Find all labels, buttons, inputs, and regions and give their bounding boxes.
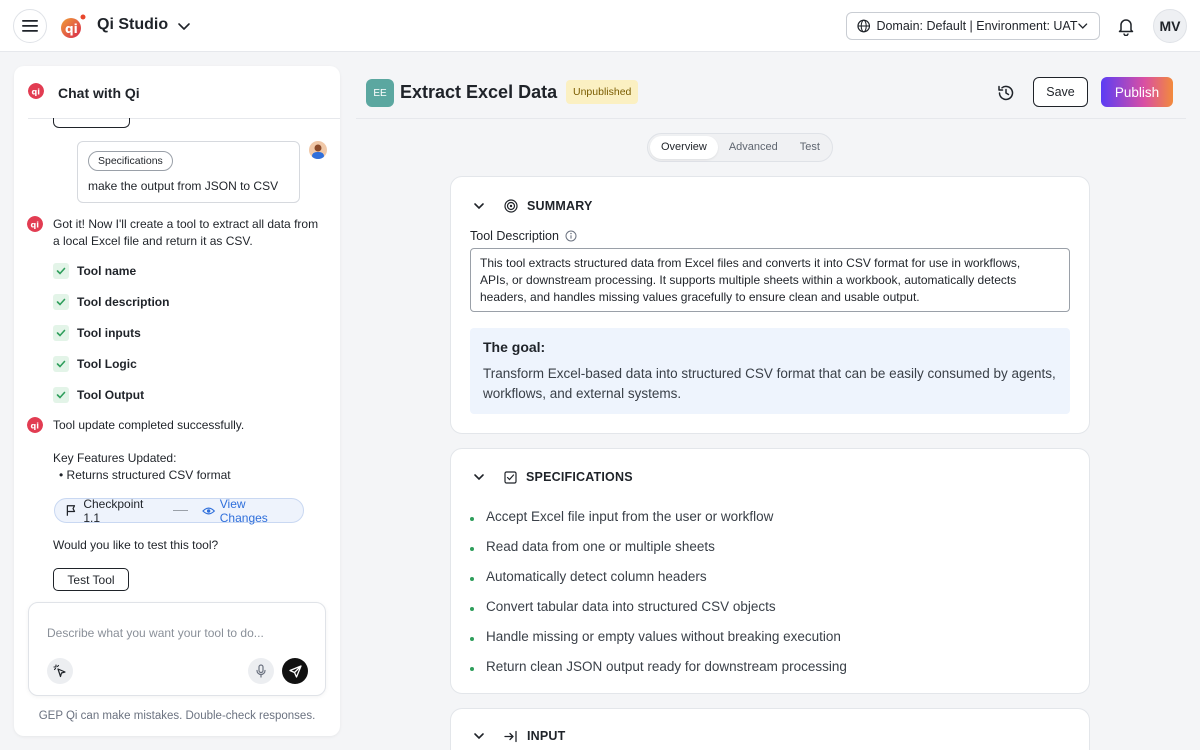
save-button[interactable]: Save (1033, 77, 1088, 107)
checklist-item: Tool Logic (53, 356, 137, 372)
disclaimer: GEP Qi can make mistakes. Double-check r… (38, 710, 316, 722)
composer-input[interactable]: Describe what you want your tool to do..… (47, 626, 264, 640)
tool-title: Extract Excel Data (400, 82, 558, 102)
globe-icon (857, 19, 871, 33)
list-item: Automatically detect column headers (470, 561, 847, 591)
qi-logo-icon: qi (28, 83, 44, 99)
checkpoint-pill[interactable]: Checkpoint 1.1 View Changes (54, 496, 304, 525)
summary-card: SUMMARY Tool Description This tool extra… (450, 176, 1090, 434)
bot-reply-line: Got it! Now I'll create a tool to extrac… (53, 217, 319, 231)
input-header[interactable]: INPUT (473, 729, 566, 743)
menu-button[interactable] (13, 9, 47, 43)
specifications-chip[interactable]: Specifications (88, 151, 173, 171)
user-message-text: make the output from JSON to CSV (88, 179, 279, 193)
checkbox-icon (504, 470, 517, 484)
check-icon (53, 263, 69, 279)
input-arrow-icon (504, 730, 517, 742)
publish-button[interactable]: Publish (1101, 77, 1173, 107)
check-icon (53, 294, 69, 310)
tool-badge: EE (366, 79, 394, 107)
checklist-item: Tool inputs (53, 325, 141, 341)
app-title: Qi Studio (97, 16, 169, 33)
tab-overview[interactable]: Overview (650, 136, 718, 159)
test-question: Would you like to test this tool? (53, 538, 219, 552)
user-avatar-small (309, 141, 327, 159)
input-heading: INPUT (527, 729, 566, 743)
checkpoint-label: Checkpoint 1.1 (83, 496, 144, 525)
bot-reply-line: a local Excel file and return it as CSV. (53, 234, 253, 248)
eye-icon (202, 507, 216, 514)
info-icon[interactable] (565, 230, 577, 242)
tab-test[interactable]: Test (789, 136, 831, 159)
chevron-down-icon (1078, 23, 1088, 29)
top-bar: qi Qi Studio Domain: Default | Environme… (0, 0, 1200, 52)
user-avatar[interactable]: MV (1153, 9, 1187, 43)
goal-text: Transform Excel-based data into structur… (483, 366, 1056, 381)
summary-heading: SUMMARY (527, 199, 593, 213)
microphone-button[interactable] (248, 658, 274, 684)
tab-bar: Overview Advanced Test (647, 133, 833, 162)
specifications-header[interactable]: SPECIFICATIONS (473, 470, 633, 484)
chat-header: qi Chat with Qi (28, 66, 340, 119)
summary-header[interactable]: SUMMARY (473, 199, 593, 213)
check-icon (53, 325, 69, 341)
view-changes-link[interactable]: View Changes (220, 497, 293, 525)
chevron-down-icon (474, 474, 484, 481)
send-button[interactable] (282, 658, 308, 684)
target-icon (504, 199, 518, 213)
specifications-heading: SPECIFICATIONS (526, 470, 633, 484)
list-item: Handle missing or empty values without b… (470, 621, 847, 651)
update-message: Tool update completed successfully. (53, 418, 245, 432)
check-icon (53, 356, 69, 372)
chevron-down-icon (474, 203, 484, 210)
list-item: Convert tabular data into structured CSV… (470, 591, 847, 621)
chevron-down-icon (474, 733, 484, 740)
hamburger-icon (22, 20, 38, 32)
goal-text: workflows, and external systems. (483, 386, 682, 401)
list-item: Accept Excel file input from the user or… (470, 501, 847, 531)
bell-icon[interactable] (1116, 16, 1136, 36)
previous-button[interactable] (53, 118, 130, 128)
header-divider (356, 118, 1186, 119)
input-card: INPUT (450, 708, 1090, 750)
microphone-icon (256, 664, 266, 678)
check-icon (53, 387, 69, 403)
key-feature-item: • Returns structured CSV format (59, 468, 231, 482)
history-icon[interactable] (995, 82, 1017, 104)
tab-advanced[interactable]: Advanced (718, 136, 789, 159)
environment-label: Domain: Default | Environment: UAT (876, 19, 1078, 33)
tool-description-field[interactable]: This tool extracts structured data from … (470, 248, 1070, 312)
qi-logo-icon: qi (27, 216, 43, 232)
goal-box: The goal: Transform Excel-based data int… (470, 328, 1070, 414)
svg-text:qi: qi (32, 88, 41, 97)
magic-cursor-icon (53, 664, 66, 678)
key-features-title: Key Features Updated: (53, 451, 177, 465)
status-badge: Unpublished (566, 80, 639, 104)
checklist-item: Tool Output (53, 387, 144, 403)
list-item: Read data from one or multiple sheets (470, 531, 847, 561)
qi-logo-icon: qi (27, 417, 43, 433)
specifications-list: Accept Excel file input from the user or… (470, 501, 847, 681)
checklist-item: Tool description (53, 294, 169, 310)
magic-button[interactable] (47, 658, 73, 684)
svg-text:qi: qi (31, 422, 40, 431)
chat-panel: qi Chat with Qi Specifications make the … (14, 66, 340, 736)
test-tool-button[interactable]: Test Tool (53, 568, 129, 591)
qi-logo: qi (61, 14, 86, 38)
chat-title: Chat with Qi (58, 85, 140, 101)
svg-text:qi: qi (65, 22, 78, 36)
list-item: Return clean JSON output ready for downs… (470, 651, 847, 681)
specifications-card: SPECIFICATIONS Accept Excel file input f… (450, 448, 1090, 694)
tool-description-label: Tool Description (470, 229, 577, 243)
user-message: Specifications make the output from JSON… (77, 141, 300, 203)
svg-text:qi: qi (31, 221, 40, 230)
send-icon (288, 664, 302, 678)
environment-select[interactable]: Domain: Default | Environment: UAT (846, 12, 1100, 40)
flag-icon (66, 505, 76, 516)
chevron-down-icon[interactable] (176, 18, 192, 34)
chat-composer: Describe what you want your tool to do..… (28, 602, 326, 696)
checkpoint-divider (173, 510, 189, 511)
checklist-item: Tool name (53, 263, 136, 279)
goal-title: The goal: (483, 339, 546, 355)
